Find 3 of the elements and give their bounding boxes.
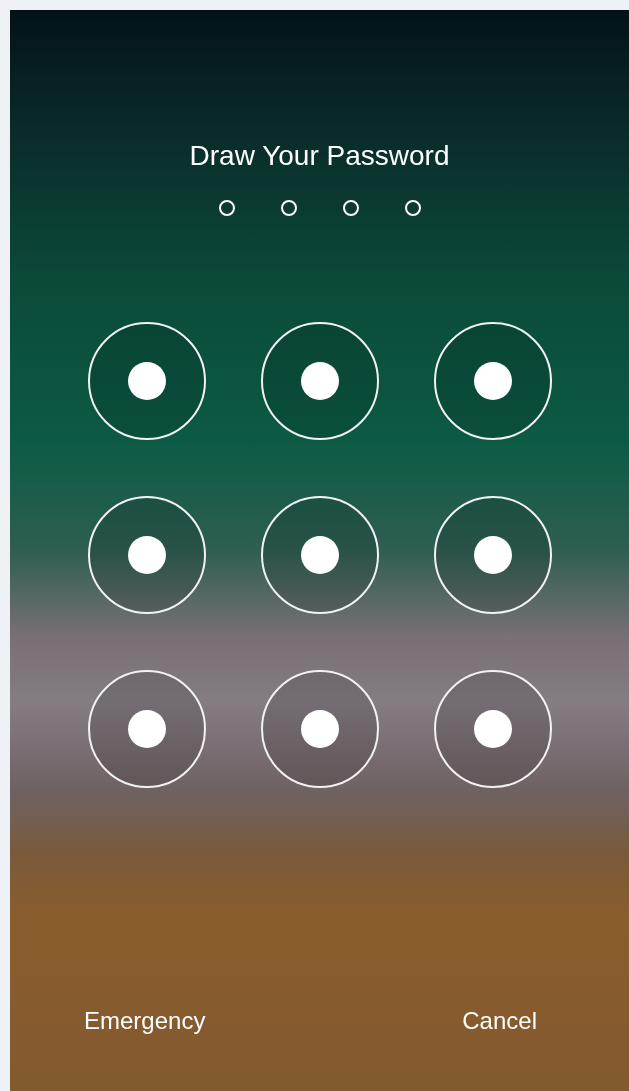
- cancel-button[interactable]: Cancel: [460, 1003, 539, 1039]
- prompt-title: Draw Your Password: [189, 139, 450, 173]
- emergency-button[interactable]: Emergency: [82, 1003, 208, 1039]
